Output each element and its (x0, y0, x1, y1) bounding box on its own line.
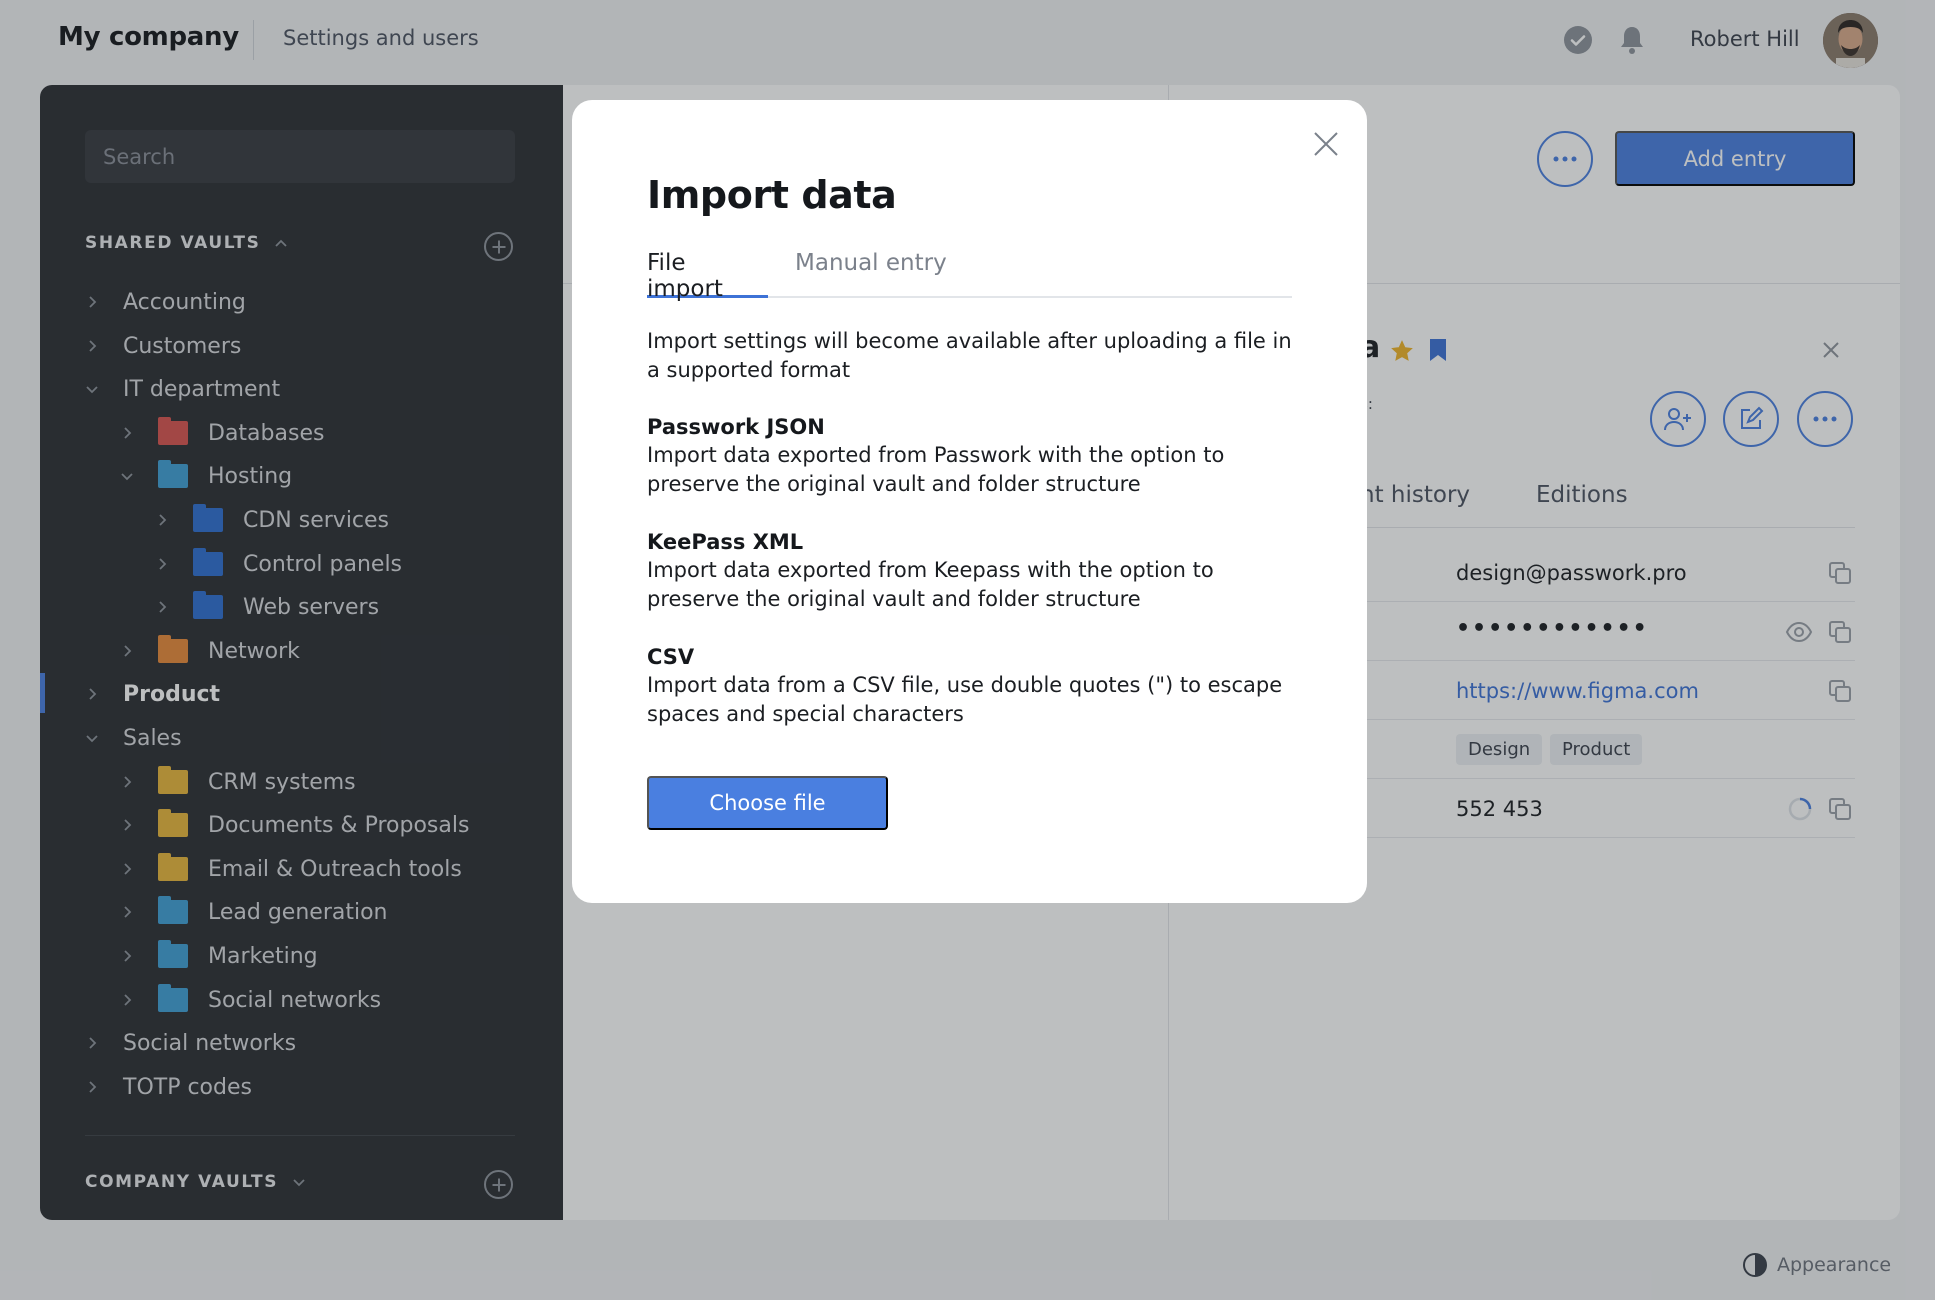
import-data-modal: Import data File import Manual entry Imp… (572, 100, 1367, 903)
modal-tabs: File import Manual entry (647, 250, 1292, 302)
format-description: Import data from a CSV file, use double … (647, 673, 1283, 726)
tab-file-import[interactable]: File import (647, 250, 768, 302)
modal-title: Import data (647, 173, 897, 217)
close-icon[interactable] (1312, 130, 1340, 158)
choose-file-button[interactable]: Choose file (647, 776, 888, 830)
import-intro-text: Import settings will become available af… (647, 329, 1292, 382)
format-description: Import data exported from Keepass with t… (647, 558, 1214, 611)
format-name: CSV (647, 645, 695, 669)
format-passwork-json: Passwork JSON Import data exported from … (647, 413, 1297, 499)
format-name: Passwork JSON (647, 415, 825, 439)
format-keepass-xml: KeePass XML Import data exported from Ke… (647, 528, 1297, 614)
format-name: KeePass XML (647, 530, 804, 554)
format-description: Import data exported from Passwork with … (647, 443, 1225, 496)
tab-manual-entry[interactable]: Manual entry (795, 250, 947, 298)
format-csv: CSV Import data from a CSV file, use dou… (647, 643, 1297, 729)
